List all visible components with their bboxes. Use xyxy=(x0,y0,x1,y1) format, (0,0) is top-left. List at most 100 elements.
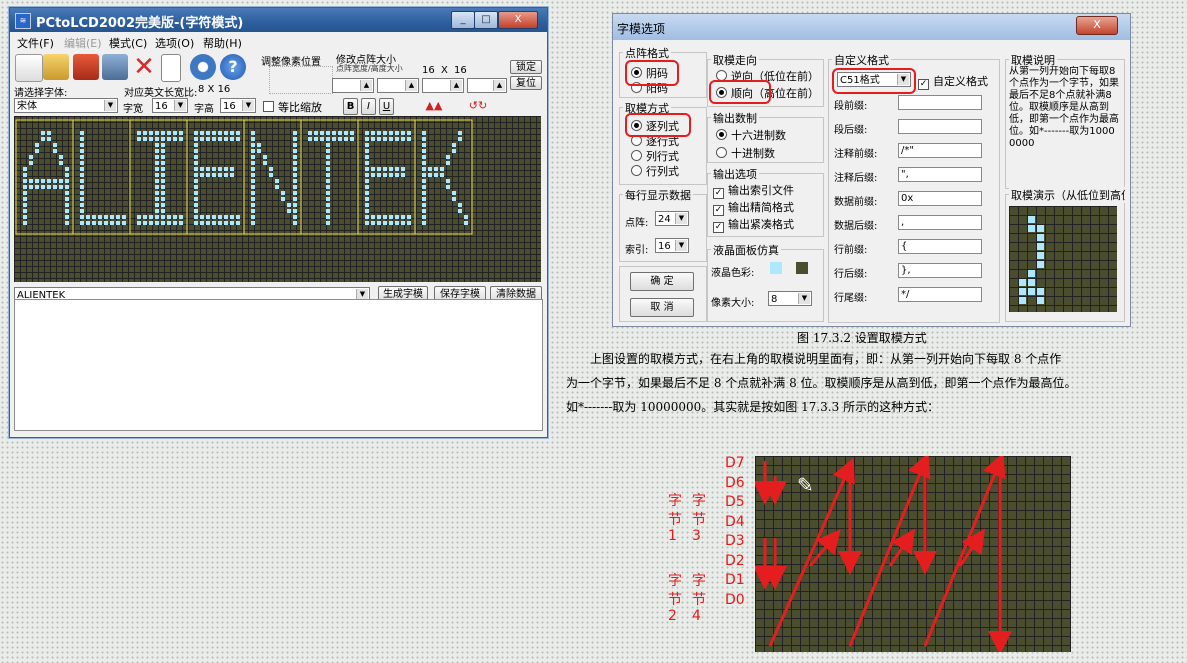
scale-checkbox[interactable]: 等比缩放 xyxy=(263,99,322,115)
custom-format-checkbox[interactable]: ✓ 自定义格式 xyxy=(918,73,988,90)
lit-pixel xyxy=(446,185,450,189)
shift-right-spinner[interactable]: ▲ xyxy=(377,78,419,93)
bit-label: D2 xyxy=(725,552,745,569)
lit-pixel xyxy=(365,185,369,189)
pen-cursor-icon: ✎ xyxy=(797,473,814,497)
custom-row-input[interactable]: { xyxy=(898,239,982,254)
lit-pixel xyxy=(383,167,387,171)
lock-button[interactable]: 锁定 xyxy=(510,60,542,74)
lit-pixel xyxy=(350,131,354,135)
lit-pixel xyxy=(155,185,159,189)
delete-icon[interactable]: ✕ xyxy=(131,54,157,80)
align-icon[interactable]: ▲▲ xyxy=(416,97,452,114)
bg-color-swatch[interactable] xyxy=(796,262,808,274)
lit-color-swatch[interactable] xyxy=(770,262,782,274)
custom-row-input[interactable] xyxy=(898,119,982,134)
lit-pixel xyxy=(434,173,438,177)
new-file-icon[interactable] xyxy=(15,54,43,82)
radio-hex[interactable]: 十六进制数 xyxy=(716,127,786,143)
check-compact-format[interactable]: ✓ 输出紧凑格式 xyxy=(713,216,794,233)
shift-up-spinner[interactable]: ▲ xyxy=(422,78,464,93)
check-index-file[interactable]: ✓ 输出索引文件 xyxy=(713,182,794,199)
check-simple-format[interactable]: ✓ 输出精简格式 xyxy=(713,199,794,216)
lit-pixel xyxy=(383,215,387,219)
lit-pixel xyxy=(287,203,291,207)
lit-pixel xyxy=(23,203,27,207)
rotate-icon[interactable]: ↺↻ xyxy=(460,97,496,114)
lit-pixel xyxy=(401,131,405,135)
menu-help[interactable]: 帮助(H) xyxy=(203,35,242,51)
led-preview-grid[interactable] xyxy=(14,116,541,282)
custom-row-input[interactable]: */ xyxy=(898,287,982,302)
radio-row-column[interactable]: 行列式 xyxy=(631,163,679,179)
width-select[interactable]: 16 ▼ xyxy=(152,98,188,113)
lit-pixel xyxy=(179,215,183,219)
cancel-button[interactable]: 取 消 xyxy=(630,298,694,317)
lit-pixel xyxy=(365,149,369,153)
lcd-icon[interactable] xyxy=(102,54,128,80)
lcd-title: 液晶面板仿真 xyxy=(711,242,781,258)
document-icon[interactable] xyxy=(161,54,181,82)
lit-pixel xyxy=(149,215,153,219)
help-icon[interactable]: ? xyxy=(220,54,246,80)
title-bar[interactable]: ≋ PCtoLCD2002完美版-(字符模式) _ □ X xyxy=(10,8,547,32)
ok-button[interactable]: 确 定 xyxy=(630,272,694,291)
radio-dec[interactable]: 十进制数 xyxy=(716,145,775,161)
radio-column-row[interactable]: 列行式 xyxy=(631,148,679,164)
menu-options[interactable]: 选项(O) xyxy=(155,35,194,51)
lit-pixel xyxy=(218,167,222,171)
bold-button[interactable]: B xyxy=(343,98,358,115)
lit-pixel xyxy=(365,179,369,183)
maximize-button[interactable]: □ xyxy=(474,11,498,29)
dialog-close-button[interactable]: X xyxy=(1076,16,1118,35)
custom-row-input[interactable]: , xyxy=(898,215,982,230)
italic-button[interactable]: I xyxy=(361,98,376,115)
gear-icon[interactable] xyxy=(190,54,216,80)
custom-row-input[interactable]: ", xyxy=(898,167,982,182)
lit-pixel xyxy=(326,137,330,141)
index-label: 索引: xyxy=(625,245,649,256)
menu-mode[interactable]: 模式(C) xyxy=(109,35,147,51)
highlight-column xyxy=(625,113,691,137)
custom-row-input[interactable]: }, xyxy=(898,263,982,278)
ratio-value: 8 X 16 xyxy=(198,84,231,95)
lit-pixel xyxy=(422,137,426,141)
menu-file[interactable]: 文件(F) xyxy=(17,35,54,51)
close-button[interactable]: X xyxy=(498,11,538,29)
shift-down-spinner[interactable]: ▲ xyxy=(467,78,507,93)
open-folder-icon[interactable] xyxy=(43,54,69,80)
custom-row-input[interactable]: 0x xyxy=(898,191,982,206)
custom-row-input[interactable]: /*" xyxy=(898,143,982,158)
height-select[interactable]: 16 ▼ xyxy=(220,98,256,113)
base-title: 输出数制 xyxy=(711,110,759,126)
pixel-size-select[interactable]: 8 ▼ xyxy=(768,291,812,306)
underline-button[interactable]: U xyxy=(379,98,394,115)
save-disk-icon[interactable] xyxy=(73,54,99,80)
lit-pixel xyxy=(422,197,426,201)
lit-pixel xyxy=(224,137,228,141)
dialog-title-bar[interactable]: 字模选项 X xyxy=(613,14,1130,40)
font-select[interactable]: 宋体 ▼ xyxy=(14,98,118,113)
lit-pixel xyxy=(251,197,255,201)
lit-pixel xyxy=(137,221,141,225)
output-textarea[interactable] xyxy=(14,299,543,431)
lit-pixel xyxy=(422,167,426,171)
custom-row-input[interactable] xyxy=(898,95,982,110)
lit-pixel xyxy=(389,221,393,225)
lit-pixel xyxy=(161,173,165,177)
shift-left-spinner[interactable]: ▲ xyxy=(332,78,374,93)
demo-pixel xyxy=(1019,297,1026,304)
lit-pixel xyxy=(269,173,273,177)
minimize-button[interactable]: _ xyxy=(451,11,475,29)
dot-select[interactable]: 24 ▼ xyxy=(655,211,689,226)
pixel-shift-arrows[interactable] xyxy=(269,66,333,94)
lit-pixel xyxy=(200,167,204,171)
bit-label: D6 xyxy=(725,474,745,491)
index-select[interactable]: 16 ▼ xyxy=(655,238,689,253)
lit-pixel xyxy=(365,131,369,135)
lit-pixel xyxy=(422,155,426,159)
lit-pixel xyxy=(383,137,387,141)
menu-edit[interactable]: 编辑(E) xyxy=(64,35,102,51)
restore-button[interactable]: 复位 xyxy=(510,76,542,90)
lit-pixel xyxy=(59,179,63,183)
